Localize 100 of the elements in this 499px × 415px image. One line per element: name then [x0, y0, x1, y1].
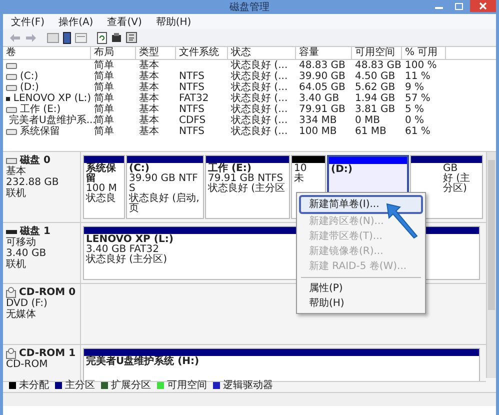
partition-block[interactable]: 工作 (E:) 79.91 GB NTFS 状态良好 (主分区	[205, 155, 290, 219]
table-cell: 状态良好 (...	[231, 104, 288, 115]
column-header[interactable]: 卷	[3, 47, 91, 59]
table-cell: LENOVO XP (L:)	[13, 93, 91, 104]
drive-icon	[6, 62, 17, 68]
table-cell: 3.81 GB	[355, 104, 396, 115]
table-cell: 完美者U盘维护系...	[9, 115, 96, 126]
table-cell: 0 MB	[355, 115, 380, 126]
partition-block[interactable]: (C:) 39.90 GB NTFS 状态良好 (启动, 页	[126, 155, 204, 219]
table-cell: 64.05 GB	[299, 82, 346, 93]
back-arrow-icon[interactable]	[9, 32, 21, 42]
table-cell: (C:)	[20, 71, 38, 82]
table-cell: 工作 (E:)	[20, 104, 61, 115]
disk-info: 232.88 GB	[6, 177, 59, 188]
column-header[interactable]: 布局	[91, 47, 136, 59]
forward-arrow-icon[interactable]	[25, 32, 37, 42]
refresh-icon[interactable]	[97, 32, 107, 44]
partition-block[interactable]: 完美者U盘维护系统 (H:)	[83, 348, 480, 381]
pointer-arrow	[385, 202, 419, 240]
column-header[interactable]: 可用空间	[352, 47, 402, 59]
legend-label: 未分配	[19, 378, 49, 392]
table-cell: 状态良好 (...	[231, 71, 288, 82]
partition-name: 工作 (E:)	[208, 164, 252, 174]
menu-item[interactable]: 文件(F)	[11, 14, 45, 28]
drive-icon	[6, 128, 17, 134]
disk-name: CD-ROM 0	[19, 287, 76, 298]
close-button[interactable]	[470, 0, 496, 12]
partition-name: LENOVO XP (L:)	[86, 235, 174, 245]
table-cell: 61 %	[405, 126, 430, 137]
table-cell: 简单	[94, 93, 114, 104]
disk-info: 联机	[6, 259, 26, 270]
table-cell: 39.90 GB	[299, 71, 346, 82]
table-cell: 11 %	[405, 71, 430, 82]
context-menu-item[interactable]: 属性(P)	[297, 281, 425, 296]
disk-info: 联机	[6, 188, 26, 199]
partition-info: 状态良好 (启动, 页	[129, 194, 200, 214]
table-cell: 基本	[139, 104, 159, 115]
table-cell: 79.91 GB	[299, 104, 346, 115]
cd-drive-icon	[6, 287, 16, 298]
maximize-icon[interactable]	[455, 2, 463, 10]
table-cell: 基本	[139, 82, 159, 93]
table-cell: 334 MB	[299, 115, 337, 126]
table-cell: 基本	[139, 126, 159, 137]
table-cell: NTFS	[179, 82, 205, 93]
drive-icon	[6, 84, 17, 90]
partition-name: 完美者U盘维护系统 (H:)	[86, 357, 200, 367]
table-cell: (D:)	[20, 82, 39, 93]
table-cell: 48.83 GB	[355, 60, 402, 71]
table-cell: 状态良好 (...	[231, 82, 288, 93]
partition-info: 状态良	[86, 194, 116, 204]
partition-info: GB	[443, 164, 458, 174]
table-cell: 简单	[94, 82, 114, 93]
column-header[interactable]: 容量	[296, 47, 352, 59]
column-header[interactable]: 文件系统	[176, 47, 228, 59]
menu-item[interactable]: 帮助(H)	[156, 14, 192, 28]
table-cell: 基本	[139, 71, 159, 82]
table-cell: NTFS	[179, 71, 205, 82]
menu-item[interactable]: 查看(V)	[107, 14, 142, 28]
table-cell: 61 MB	[355, 126, 386, 137]
drive-icon	[6, 74, 17, 80]
partition-block[interactable]: GB 好 (主分区)	[410, 155, 483, 219]
column-header[interactable]: % 可用	[402, 47, 446, 59]
table-cell: 3.40 GB	[299, 93, 340, 104]
partition-block[interactable]: 系统保留 100 M 状态良	[83, 155, 125, 219]
menu-item[interactable]: 操作(A)	[58, 14, 94, 28]
context-menu-item[interactable]: 新建简单卷(I)...	[299, 195, 423, 214]
disk-info: 可移动	[6, 237, 36, 248]
disk-info: 基本	[6, 166, 26, 177]
table-cell: 0 %	[405, 115, 424, 126]
table-cell: 4.50 GB	[355, 71, 396, 82]
disk-name: 磁盘 0	[20, 155, 50, 166]
table-cell: 系统保留	[20, 126, 60, 137]
table-cell: 100 MB	[299, 126, 337, 137]
panel-icon[interactable]	[75, 32, 87, 42]
partition-info: 状态良好 (主分区)	[86, 255, 167, 265]
context-menu-item[interactable]: 帮助(H)	[297, 296, 425, 311]
scrollbar[interactable]	[486, 152, 496, 378]
disk-info: 无媒体	[6, 309, 36, 320]
table-cell: 状态良好 (...	[231, 115, 288, 126]
window-title: 磁盘管理	[230, 1, 270, 14]
table-cell: 简单	[94, 60, 114, 71]
column-header[interactable]: 状态	[228, 47, 296, 59]
table-cell: 5 %	[405, 104, 424, 115]
table-cell: 5.62 GB	[355, 82, 396, 93]
table-cell: 57 %	[405, 93, 430, 104]
table-cell: 状态良好 (...	[231, 60, 288, 71]
partition-info: 未	[294, 174, 304, 184]
column-header[interactable]: 类型	[136, 47, 176, 59]
table-cell: 1.94 GB	[355, 93, 396, 104]
legend-label: 扩展分区	[111, 378, 151, 392]
partition-info: 10	[294, 164, 307, 174]
partition-info: 状态良好 (主分区	[208, 184, 286, 194]
table-cell: 基本	[139, 60, 159, 71]
table-cell: FAT32	[179, 93, 209, 104]
disk-name: 磁盘 1	[20, 226, 50, 237]
partition-name: (D:)	[331, 165, 352, 175]
disk-info: 3.40 GB	[6, 248, 46, 259]
disk-info: CD-ROM	[6, 359, 48, 370]
table-cell: 简单	[94, 126, 114, 137]
partition-name: 系统保留	[86, 164, 117, 184]
